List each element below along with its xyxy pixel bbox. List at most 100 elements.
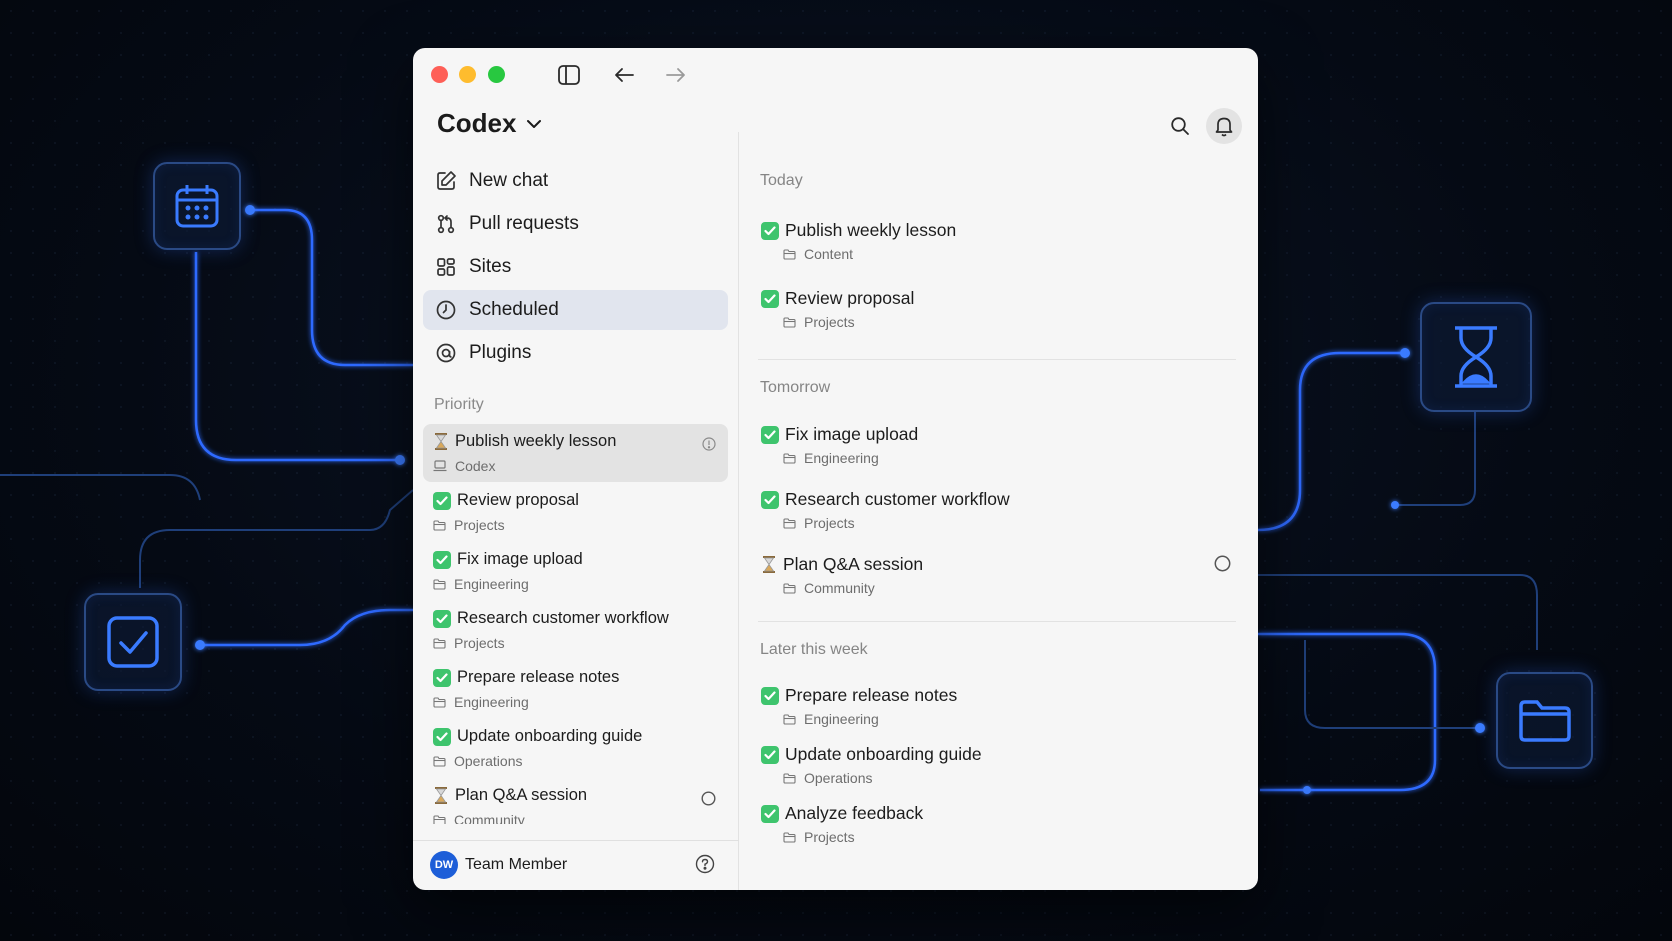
status-circle-icon[interactable]	[701, 791, 716, 811]
sidebar-divider	[738, 132, 739, 890]
task-title: Review proposal	[457, 491, 579, 509]
maximize-window-button[interactable]	[488, 66, 505, 83]
checkmark-icon	[761, 289, 779, 308]
nav-plugins[interactable]: Plugins	[423, 333, 728, 373]
search-icon[interactable]	[1162, 108, 1198, 144]
scheduled-task[interactable]: Review proposal Projects	[761, 288, 1231, 340]
nav-label: New chat	[469, 170, 549, 191]
nav-sites[interactable]: Sites	[423, 247, 728, 287]
user-name[interactable]: Team Member	[465, 856, 567, 874]
scheduled-task[interactable]: Prepare release notes Engineering	[761, 685, 1231, 737]
task-project: Projects	[454, 635, 505, 651]
hourglass-icon	[433, 433, 449, 451]
task-project: Engineering	[804, 711, 879, 727]
scheduled-task[interactable]: Fix image upload Engineering	[761, 424, 1231, 476]
scheduled-task[interactable]: Update onboarding guide Operations	[761, 744, 1231, 796]
folder-icon	[433, 814, 446, 824]
priority-item[interactable]: Fix image upload Engineering	[423, 542, 728, 600]
task-title: Fix image upload	[457, 550, 583, 568]
back-arrow-icon[interactable]	[611, 62, 637, 88]
priority-item[interactable]: Plan Q&A session Community	[423, 778, 728, 824]
checkmark-icon	[761, 804, 779, 823]
priority-item[interactable]: Review proposal Projects	[423, 483, 728, 541]
task-title: Prepare release notes	[457, 668, 620, 686]
chevron-down-icon	[527, 119, 542, 128]
priority-item[interactable]: Update onboarding guide Operations	[423, 719, 728, 777]
checkmark-icon	[433, 609, 451, 628]
sidebar-footer: DW Team Member	[413, 840, 739, 890]
priority-item[interactable]: Publish weekly lesson Codex	[423, 424, 728, 482]
folder-icon	[783, 831, 796, 843]
priority-item[interactable]: Research customer workflow Projects	[423, 601, 728, 659]
priority-item[interactable]: Prepare release notes Engineering	[423, 660, 728, 718]
group-label-today: Today	[760, 172, 803, 189]
task-project: Projects	[804, 829, 855, 845]
titlebar	[413, 48, 1258, 104]
help-icon[interactable]	[695, 854, 715, 879]
scheduled-task[interactable]: Research customer workflow Projects	[761, 489, 1231, 541]
task-project: Projects	[804, 515, 855, 531]
folder-icon	[783, 582, 796, 594]
compose-icon	[437, 171, 456, 190]
pull-request-icon	[437, 214, 455, 234]
status-circle-icon[interactable]	[1214, 555, 1231, 577]
task-project: Operations	[454, 753, 523, 769]
app-title: Codex	[437, 108, 517, 138]
forward-arrow-icon[interactable]	[663, 62, 689, 88]
task-title: Fix image upload	[785, 424, 919, 444]
task-project: Operations	[804, 770, 873, 786]
folder-icon	[783, 248, 796, 260]
avatar[interactable]: DW	[430, 851, 458, 879]
minimize-window-button[interactable]	[459, 66, 476, 83]
scheduled-task[interactable]: Publish weekly lesson Content	[761, 220, 1231, 272]
task-project: Projects	[454, 517, 505, 533]
nav-new-chat[interactable]: New chat	[423, 161, 728, 201]
grid-icon	[437, 258, 455, 276]
task-project: Community	[454, 812, 525, 824]
task-project: Projects	[804, 314, 855, 330]
checkmark-icon	[761, 221, 779, 240]
hourglass-icon	[433, 787, 449, 805]
priority-section-label: Priority	[434, 396, 484, 413]
folder-icon	[433, 578, 446, 590]
checkmark-icon	[433, 727, 451, 746]
calendar-icon	[153, 162, 241, 250]
task-title: Plan Q&A session	[783, 554, 924, 574]
clock-icon	[436, 300, 456, 320]
sidebar-toggle-icon[interactable]	[556, 62, 582, 88]
nav-label: Scheduled	[469, 299, 559, 320]
folder-icon	[783, 517, 796, 529]
checkmark-icon	[761, 425, 779, 444]
task-project: Engineering	[454, 576, 529, 592]
section-divider	[758, 621, 1236, 622]
hourglass-icon	[1420, 302, 1532, 412]
plugin-icon	[436, 343, 456, 363]
folder-icon	[433, 755, 446, 767]
task-title: Update onboarding guide	[457, 727, 643, 745]
folder-icon	[783, 316, 796, 328]
nav-scheduled[interactable]: Scheduled	[423, 290, 728, 330]
close-window-button[interactable]	[431, 66, 448, 83]
checkbox-icon	[84, 593, 182, 691]
task-project: Community	[804, 580, 875, 596]
checkmark-icon	[433, 491, 451, 510]
folder-icon	[783, 772, 796, 784]
nav-pull-requests[interactable]: Pull requests	[423, 204, 728, 244]
bell-icon[interactable]	[1206, 108, 1242, 144]
task-title: Research customer workflow	[457, 609, 669, 627]
folder-icon	[1496, 672, 1593, 769]
section-divider	[758, 359, 1236, 360]
folder-icon	[783, 713, 796, 725]
task-title: Review proposal	[785, 288, 915, 308]
task-project: Content	[804, 246, 854, 262]
app-switcher[interactable]: Codex	[437, 108, 542, 139]
checkmark-icon	[433, 668, 451, 687]
hourglass-icon	[761, 556, 777, 574]
folder-icon	[433, 637, 446, 649]
scheduled-task[interactable]: Plan Q&A session Community	[761, 554, 1231, 606]
folder-icon	[783, 452, 796, 464]
folder-icon	[433, 696, 446, 708]
info-icon[interactable]	[702, 437, 716, 456]
checkmark-icon	[761, 686, 779, 705]
scheduled-task[interactable]: Analyze feedback Projects	[761, 803, 1231, 855]
